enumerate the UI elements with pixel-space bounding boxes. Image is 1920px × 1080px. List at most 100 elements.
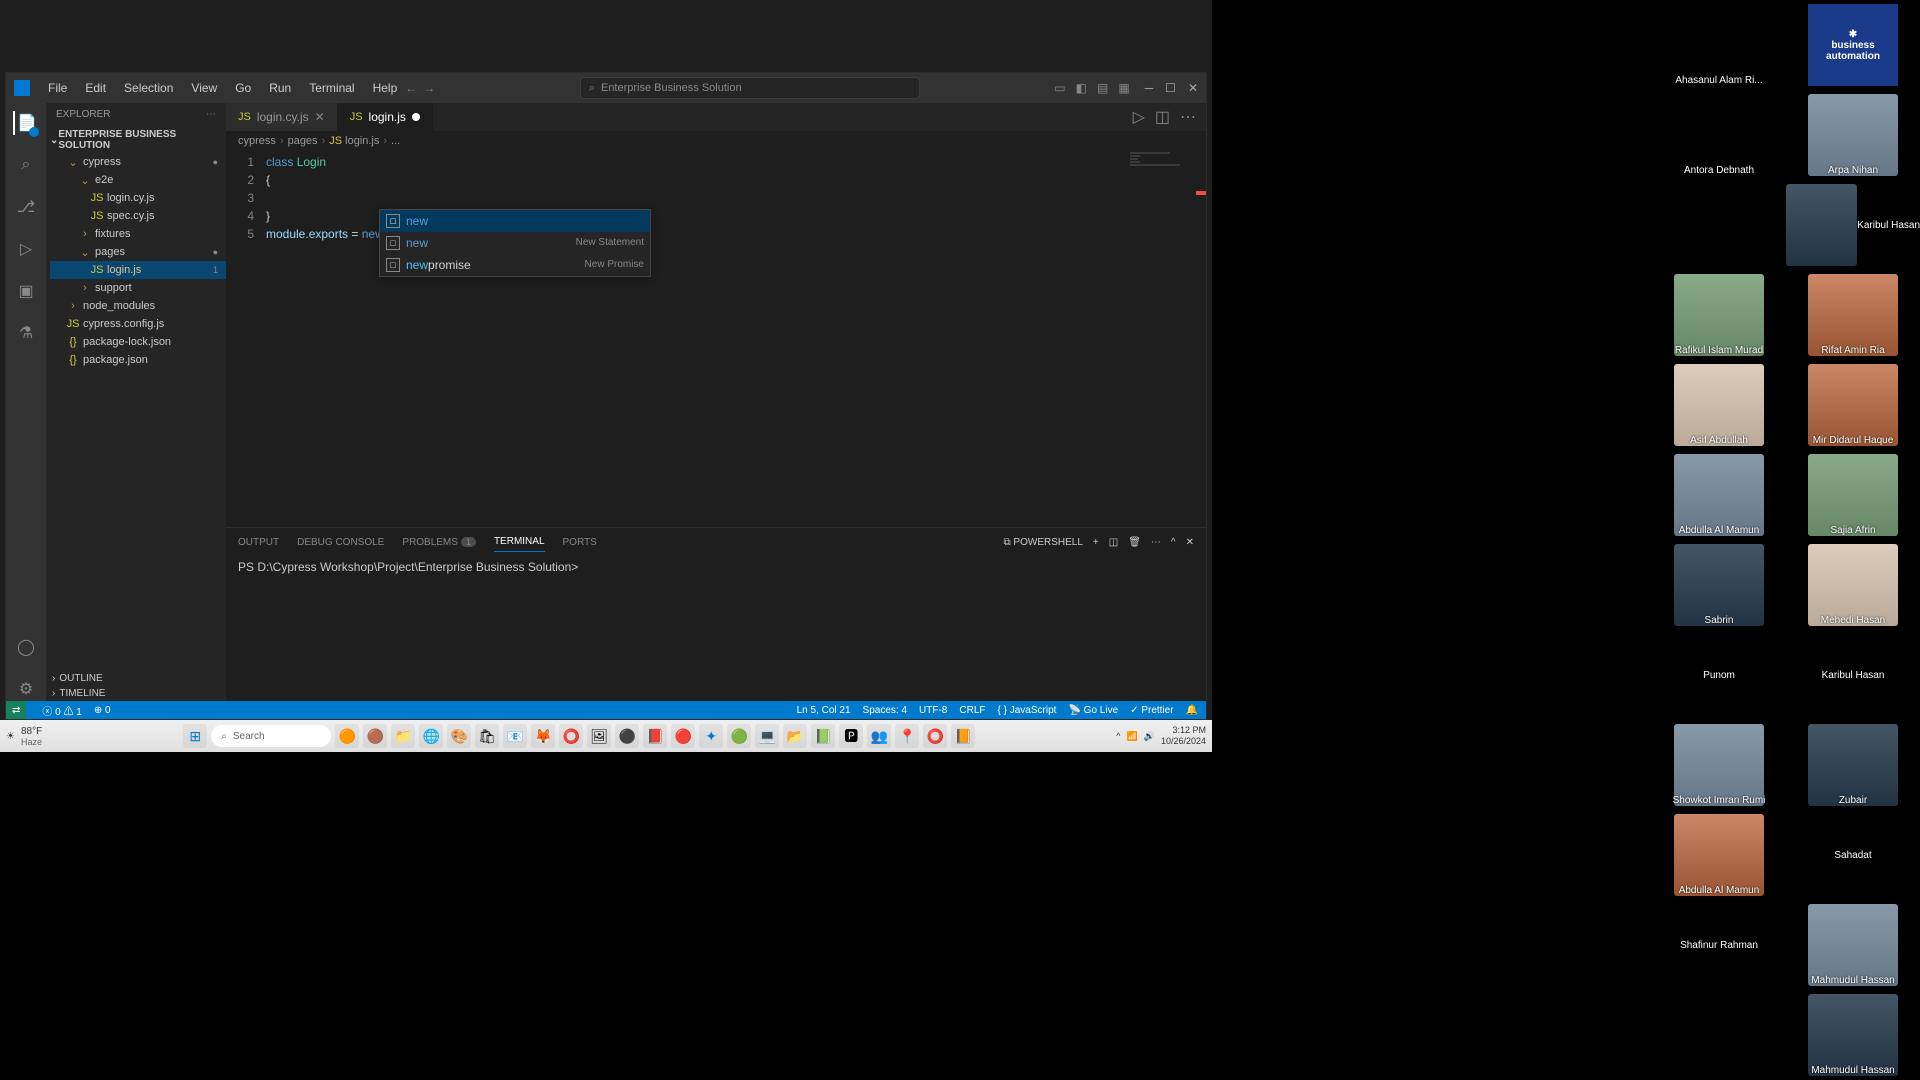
layout-panel2-icon[interactable]: ▤: [1097, 81, 1108, 95]
close-icon[interactable]: ✕: [315, 110, 325, 124]
window-controls[interactable]: ─ ☐ ✕: [1145, 81, 1198, 95]
status-bell-icon[interactable]: 🔔: [1186, 705, 1198, 716]
project-title[interactable]: ⌄ ENTERPRISE BUSINESS SOLUTION: [46, 127, 226, 153]
chrome-icon[interactable]: ⭕: [559, 724, 583, 748]
run-debug-icon[interactable]: ▷: [14, 237, 38, 261]
mail-icon[interactable]: 📧: [503, 724, 527, 748]
layout-sidebar-icon[interactable]: ◧: [1076, 81, 1087, 95]
more-icon[interactable]: ⋯: [1151, 533, 1161, 552]
autocomplete-popup[interactable]: □new□newNew Statement□newpromiseNew Prom…: [379, 209, 651, 277]
taskbar-app-icon[interactable]: ⭕: [923, 724, 947, 748]
menu-run[interactable]: Run: [261, 77, 299, 99]
nav-forward-icon[interactable]: →: [423, 81, 435, 95]
status-spaces[interactable]: Spaces: 4: [863, 705, 907, 716]
status-cursor[interactable]: Ln 5, Col 21: [797, 705, 851, 716]
command-center[interactable]: ⌕ Enterprise Business Solution: [445, 77, 1054, 99]
store-icon[interactable]: 🛍: [475, 724, 499, 748]
menu-bar[interactable]: FileEditSelectionViewGoRunTerminalHelp: [40, 77, 405, 99]
code-content[interactable]: class Login { } module.exports = new □ne…: [266, 151, 1206, 527]
edge-icon[interactable]: 🌐: [419, 724, 443, 748]
breadcrumb-item[interactable]: ...: [391, 135, 400, 147]
extensions-icon[interactable]: ▣: [14, 279, 38, 303]
participant-tile[interactable]: [1652, 180, 1786, 270]
tray-volume-icon[interactable]: 🔊: [1144, 731, 1155, 742]
status-errors[interactable]: ⓧ 0 ⚠ 1: [42, 703, 81, 718]
layout-custom-icon[interactable]: ▦: [1118, 81, 1129, 95]
taskbar-app-icon[interactable]: 🎨: [447, 724, 471, 748]
menu-file[interactable]: File: [40, 77, 75, 99]
participant-tile[interactable]: Abdulla Al Mamun: [1652, 810, 1786, 900]
breadcrumb-item[interactable]: pages: [288, 135, 318, 147]
panel-tab-problems[interactable]: PROBLEMS1: [402, 533, 476, 552]
split-icon[interactable]: ◫: [1155, 107, 1170, 127]
tab-login-cy-js[interactable]: JSlogin.cy.js✕: [226, 103, 338, 131]
breadcrumb-item[interactable]: JS login.js: [329, 135, 379, 147]
participant-tile[interactable]: Arpa Nihan: [1786, 90, 1920, 180]
sidebar-more-icon[interactable]: ⋯: [206, 109, 216, 120]
participant-tile[interactable]: ✱businessautomation: [1786, 0, 1920, 90]
participant-tile[interactable]: Rifat Amin Ria: [1786, 270, 1920, 360]
layout-panel-icon[interactable]: ▭: [1054, 81, 1065, 95]
maximize-icon[interactable]: ☐: [1165, 81, 1176, 95]
search-icon[interactable]: ⌕: [14, 153, 38, 177]
participant-tile[interactable]: Sajia Afrin: [1786, 450, 1920, 540]
tree-item-spec-cy-js[interactable]: JSspec.cy.js: [50, 207, 226, 225]
taskbar-app-icon[interactable]: 💻: [755, 724, 779, 748]
start-button[interactable]: ⊞: [183, 724, 207, 748]
close-panel-icon[interactable]: ✕: [1186, 533, 1194, 552]
taskbar-app-icon[interactable]: 🦊: [531, 724, 555, 748]
maximize-panel-icon[interactable]: ^: [1171, 533, 1176, 552]
testing-icon[interactable]: ⚗: [14, 321, 38, 345]
status-lang[interactable]: { } JavaScript: [998, 705, 1057, 716]
suggest-item[interactable]: □newpromiseNew Promise: [380, 254, 650, 276]
kill-terminal-icon[interactable]: 🗑: [1128, 533, 1141, 552]
status-golive[interactable]: 📡 Go Live: [1068, 705, 1118, 716]
participant-tile[interactable]: [1652, 990, 1786, 1080]
tree-item-pages[interactable]: ⌄ pages●: [50, 243, 226, 261]
new-terminal-icon[interactable]: +: [1093, 533, 1099, 552]
explorer-icon[interactable]: 📄: [13, 111, 37, 135]
participant-tile[interactable]: Showkot Imran Rumi: [1652, 720, 1786, 810]
nav-back-icon[interactable]: ←: [405, 81, 417, 95]
menu-selection[interactable]: Selection: [116, 77, 181, 99]
minimap[interactable]: [1126, 151, 1206, 527]
breadcrumb[interactable]: cypress›pages›JS login.js›...: [226, 131, 1206, 151]
settings-icon[interactable]: ⚙: [14, 677, 38, 701]
breadcrumb-item[interactable]: cypress: [238, 135, 276, 147]
teams-icon[interactable]: 👥: [867, 724, 891, 748]
taskbar-app-icon[interactable]: 📂: [783, 724, 807, 748]
taskbar-app-icon[interactable]: 🔴: [671, 724, 695, 748]
panel-tab-output[interactable]: OUTPUT: [238, 533, 279, 552]
taskbar-app-icon[interactable]: ⚫: [615, 724, 639, 748]
taskbar-app-icon[interactable]: 🅿: [839, 724, 863, 748]
participant-tile[interactable]: Antora Debnath: [1652, 90, 1786, 180]
taskbar-app-icon[interactable]: 📗: [811, 724, 835, 748]
status-eol[interactable]: CRLF: [959, 705, 985, 716]
taskbar-app-icon[interactable]: 📕: [643, 724, 667, 748]
participant-tile[interactable]: Asif Abdullah: [1652, 360, 1786, 450]
tree-item-node_modules[interactable]: › node_modules: [50, 297, 226, 315]
panel-tab-ports[interactable]: PORTS: [563, 533, 597, 552]
participant-tile[interactable]: Ahasanul Alam Ri...: [1652, 0, 1786, 90]
status-encoding[interactable]: UTF-8: [919, 705, 947, 716]
participant-tile[interactable]: Shafinur Rahman: [1652, 900, 1786, 990]
participant-tile[interactable]: Punom: [1652, 630, 1786, 720]
file-explorer-icon[interactable]: 📁: [391, 724, 415, 748]
tree-item-cypress[interactable]: ⌄ cypress●: [50, 153, 226, 171]
minimize-icon[interactable]: ─: [1145, 81, 1154, 95]
tray-chevron-icon[interactable]: ^: [1116, 731, 1120, 741]
shell-label[interactable]: ⧉ powershell: [1004, 533, 1083, 552]
panel-tab-terminal[interactable]: TERMINAL: [494, 532, 545, 552]
participant-tile[interactable]: Sahadat: [1786, 810, 1920, 900]
timeline-section[interactable]: ›TIMELINE: [46, 686, 226, 701]
participant-tile[interactable]: Karibul Hasan: [1786, 180, 1920, 270]
status-ports[interactable]: ⊕ 0: [94, 705, 111, 716]
close-icon[interactable]: ✕: [1188, 81, 1198, 95]
outline-section[interactable]: ›OUTLINE: [46, 671, 226, 686]
status-prettier[interactable]: ✓ Prettier: [1130, 705, 1173, 716]
participant-tile[interactable]: Rafikul Islam Murad: [1652, 270, 1786, 360]
participant-tile[interactable]: Abdulla Al Mamun: [1652, 450, 1786, 540]
participant-tile[interactable]: Mahmudul Hassan: [1786, 900, 1920, 990]
suggest-item[interactable]: □new: [380, 210, 650, 232]
participant-tile[interactable]: Mehedi Hasan: [1786, 540, 1920, 630]
